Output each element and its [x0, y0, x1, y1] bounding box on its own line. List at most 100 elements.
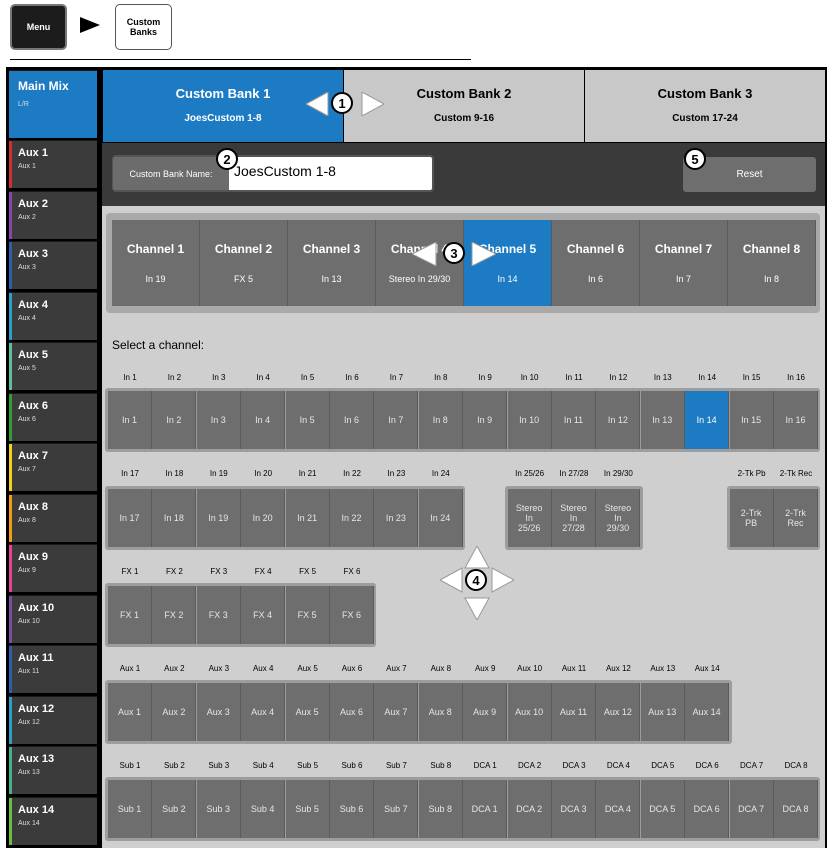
channel-button-aux-4[interactable]: Aux 4 — [241, 683, 286, 741]
bank-slot-6[interactable]: Channel 6 In 6 — [552, 220, 640, 306]
channel-button-in-17[interactable]: In 17 — [108, 489, 152, 547]
sidebar-item-aux-7[interactable]: Aux 7 Aux 7 — [9, 443, 97, 491]
channel-button-aux-10[interactable]: Aux 10 — [507, 683, 552, 741]
channel-button-dca-7[interactable]: DCA 7 — [729, 780, 774, 838]
menu-button[interactable]: Menu — [10, 4, 67, 50]
color-stripe — [9, 797, 12, 845]
channel-button-sub-3[interactable]: Sub 3 — [196, 780, 241, 838]
channel-button-in-27-28[interactable]: Stereo In 27/28 — [552, 489, 596, 547]
channel-button-fx-5[interactable]: FX 5 — [285, 586, 330, 644]
channel-button-in-5[interactable]: In 5 — [285, 391, 330, 449]
sidebar-item-aux-11[interactable]: Aux 11 Aux 11 — [9, 645, 97, 693]
sidebar-item-aux-2[interactable]: Aux 2 Aux 2 — [9, 190, 97, 239]
channel-button-aux-13[interactable]: Aux 13 — [640, 683, 685, 741]
slot-source: FX 5 — [233, 274, 253, 284]
channel-button-fx-4[interactable]: FX 4 — [241, 586, 286, 644]
channel-header: DCA 3 — [562, 761, 586, 770]
channel-button-fx-1[interactable]: FX 1 — [108, 586, 152, 644]
channel-header: FX 1 — [121, 567, 139, 576]
channel-button-2-tk-rec[interactable]: 2-Trk Rec — [774, 489, 818, 547]
bank-slot-2[interactable]: Channel 2 FX 5 — [200, 220, 288, 306]
channel-button-in-3[interactable]: In 3 — [196, 391, 241, 449]
bank-slot-3[interactable]: Channel 3 In 13 — [288, 220, 376, 306]
bank-slot-7[interactable]: Channel 7 In 7 — [640, 220, 728, 306]
channel-button-dca-4[interactable]: DCA 4 — [596, 780, 641, 838]
channel-button-in-20[interactable]: In 20 — [241, 489, 286, 547]
channel-button-dca-2[interactable]: DCA 2 — [507, 780, 552, 838]
channel-button-in-18[interactable]: In 18 — [152, 489, 197, 547]
channel-button-in-2[interactable]: In 2 — [152, 391, 197, 449]
channel-button-in-22[interactable]: In 22 — [330, 489, 374, 547]
channel-button-in-6[interactable]: In 6 — [330, 391, 374, 449]
custom-banks-button[interactable]: Custom Banks — [115, 4, 172, 50]
channel-button-aux-1[interactable]: Aux 1 — [108, 683, 152, 741]
sidebar-item-aux-14[interactable]: Aux 14 Aux 14 — [9, 796, 97, 845]
channel-button-sub-6[interactable]: Sub 6 — [330, 780, 374, 838]
channel-button-sub-4[interactable]: Sub 4 — [241, 780, 286, 838]
channel-button-in-4[interactable]: In 4 — [241, 391, 286, 449]
sidebar-item-aux-8[interactable]: Aux 8 Aux 8 — [9, 493, 97, 542]
sidebar-item-aux-3[interactable]: Aux 3 Aux 3 — [9, 241, 97, 289]
channel-button-in-24[interactable]: In 24 — [418, 489, 463, 547]
bank-slot-8[interactable]: Channel 8 In 8 — [728, 220, 816, 306]
channel-button-dca-5[interactable]: DCA 5 — [640, 780, 685, 838]
channel-button-in-14[interactable]: In 14 — [685, 391, 730, 449]
channel-header: In 11 — [565, 373, 583, 382]
sidebar-item-aux-12[interactable]: Aux 12 Aux 12 — [9, 695, 97, 744]
channel-button-aux-12[interactable]: Aux 12 — [596, 683, 641, 741]
sidebar-item-aux-10[interactable]: Aux 10 Aux 10 — [9, 594, 97, 643]
channel-button-fx-3[interactable]: FX 3 — [196, 586, 241, 644]
sidebar-item-aux-9[interactable]: Aux 9 Aux 9 — [9, 544, 97, 592]
sidebar-item-main-mix[interactable]: Main Mix L/R — [9, 70, 97, 138]
channel-button-aux-5[interactable]: Aux 5 — [285, 683, 330, 741]
channel-button-dca-1[interactable]: DCA 1 — [463, 780, 508, 838]
channel-button-in-10[interactable]: In 10 — [507, 391, 552, 449]
channel-button-in-12[interactable]: In 12 — [596, 391, 641, 449]
sidebar-item-aux-13[interactable]: Aux 13 Aux 13 — [9, 746, 97, 794]
channel-button-sub-7[interactable]: Sub 7 — [374, 780, 419, 838]
channel-button-aux-2[interactable]: Aux 2 — [152, 683, 197, 741]
channel-button-in-25-26[interactable]: Stereo In 25/26 — [507, 489, 552, 547]
bank-name-value[interactable]: JoesCustom 1-8 — [234, 163, 336, 179]
channel-button-aux-7[interactable]: Aux 7 — [374, 683, 419, 741]
sidebar-item-aux-5[interactable]: Aux 5 Aux 5 — [9, 342, 97, 390]
channel-button-in-13[interactable]: In 13 — [640, 391, 685, 449]
channel-button-in-15[interactable]: In 15 — [729, 391, 774, 449]
channel-button-aux-3[interactable]: Aux 3 — [196, 683, 241, 741]
channel-button-fx-6[interactable]: FX 6 — [330, 586, 374, 644]
channel-button-2-tk-pb[interactable]: 2-Trk PB — [729, 489, 774, 547]
sidebar-item-aux-6[interactable]: Aux 6 Aux 6 — [9, 392, 97, 441]
sidebar-item-label: Aux 10 — [18, 601, 55, 614]
channel-button-aux-14[interactable]: Aux 14 — [685, 683, 730, 741]
channel-button-in-19[interactable]: In 19 — [196, 489, 241, 547]
sidebar-item-aux-1[interactable]: Aux 1 Aux 1 — [9, 140, 97, 188]
channel-button-in-16[interactable]: In 16 — [774, 391, 818, 449]
channel-button-sub-2[interactable]: Sub 2 — [152, 780, 197, 838]
channel-button-in-29-30[interactable]: Stereo In 29/30 — [596, 489, 641, 547]
channel-header: Aux 13 — [650, 664, 676, 673]
channel-button-dca-8[interactable]: DCA 8 — [774, 780, 818, 838]
channel-button-in-9[interactable]: In 9 — [463, 391, 508, 449]
select-channel-label: Select a channel: — [112, 338, 205, 352]
channel-button-in-21[interactable]: In 21 — [285, 489, 330, 547]
sidebar-item-aux-4[interactable]: Aux 4 Aux 4 — [9, 291, 97, 340]
channel-button-dca-6[interactable]: DCA 6 — [685, 780, 730, 838]
channel-button-aux-6[interactable]: Aux 6 — [330, 683, 374, 741]
channel-button-fx-2[interactable]: FX 2 — [152, 586, 197, 644]
channel-button-in-7[interactable]: In 7 — [374, 391, 419, 449]
channel-button-in-8[interactable]: In 8 — [418, 391, 463, 449]
channel-button-aux-11[interactable]: Aux 11 — [552, 683, 596, 741]
channel-button-in-1[interactable]: In 1 — [108, 391, 152, 449]
channel-button-in-11[interactable]: In 11 — [552, 391, 596, 449]
channel-button-aux-9[interactable]: Aux 9 — [463, 683, 508, 741]
channel-button-dca-3[interactable]: DCA 3 — [552, 780, 596, 838]
channel-button-sub-5[interactable]: Sub 5 — [285, 780, 330, 838]
channel-header: In 19 — [209, 469, 228, 478]
tab-custom-bank-3[interactable]: Custom Bank 3 Custom 17-24 — [584, 70, 825, 142]
slot-source: In 6 — [587, 274, 603, 284]
bank-slot-1[interactable]: Channel 1 In 19 — [112, 220, 200, 306]
channel-button-sub-8[interactable]: Sub 8 — [418, 780, 463, 838]
channel-button-in-23[interactable]: In 23 — [374, 489, 419, 547]
channel-button-sub-1[interactable]: Sub 1 — [108, 780, 152, 838]
channel-button-aux-8[interactable]: Aux 8 — [418, 683, 463, 741]
